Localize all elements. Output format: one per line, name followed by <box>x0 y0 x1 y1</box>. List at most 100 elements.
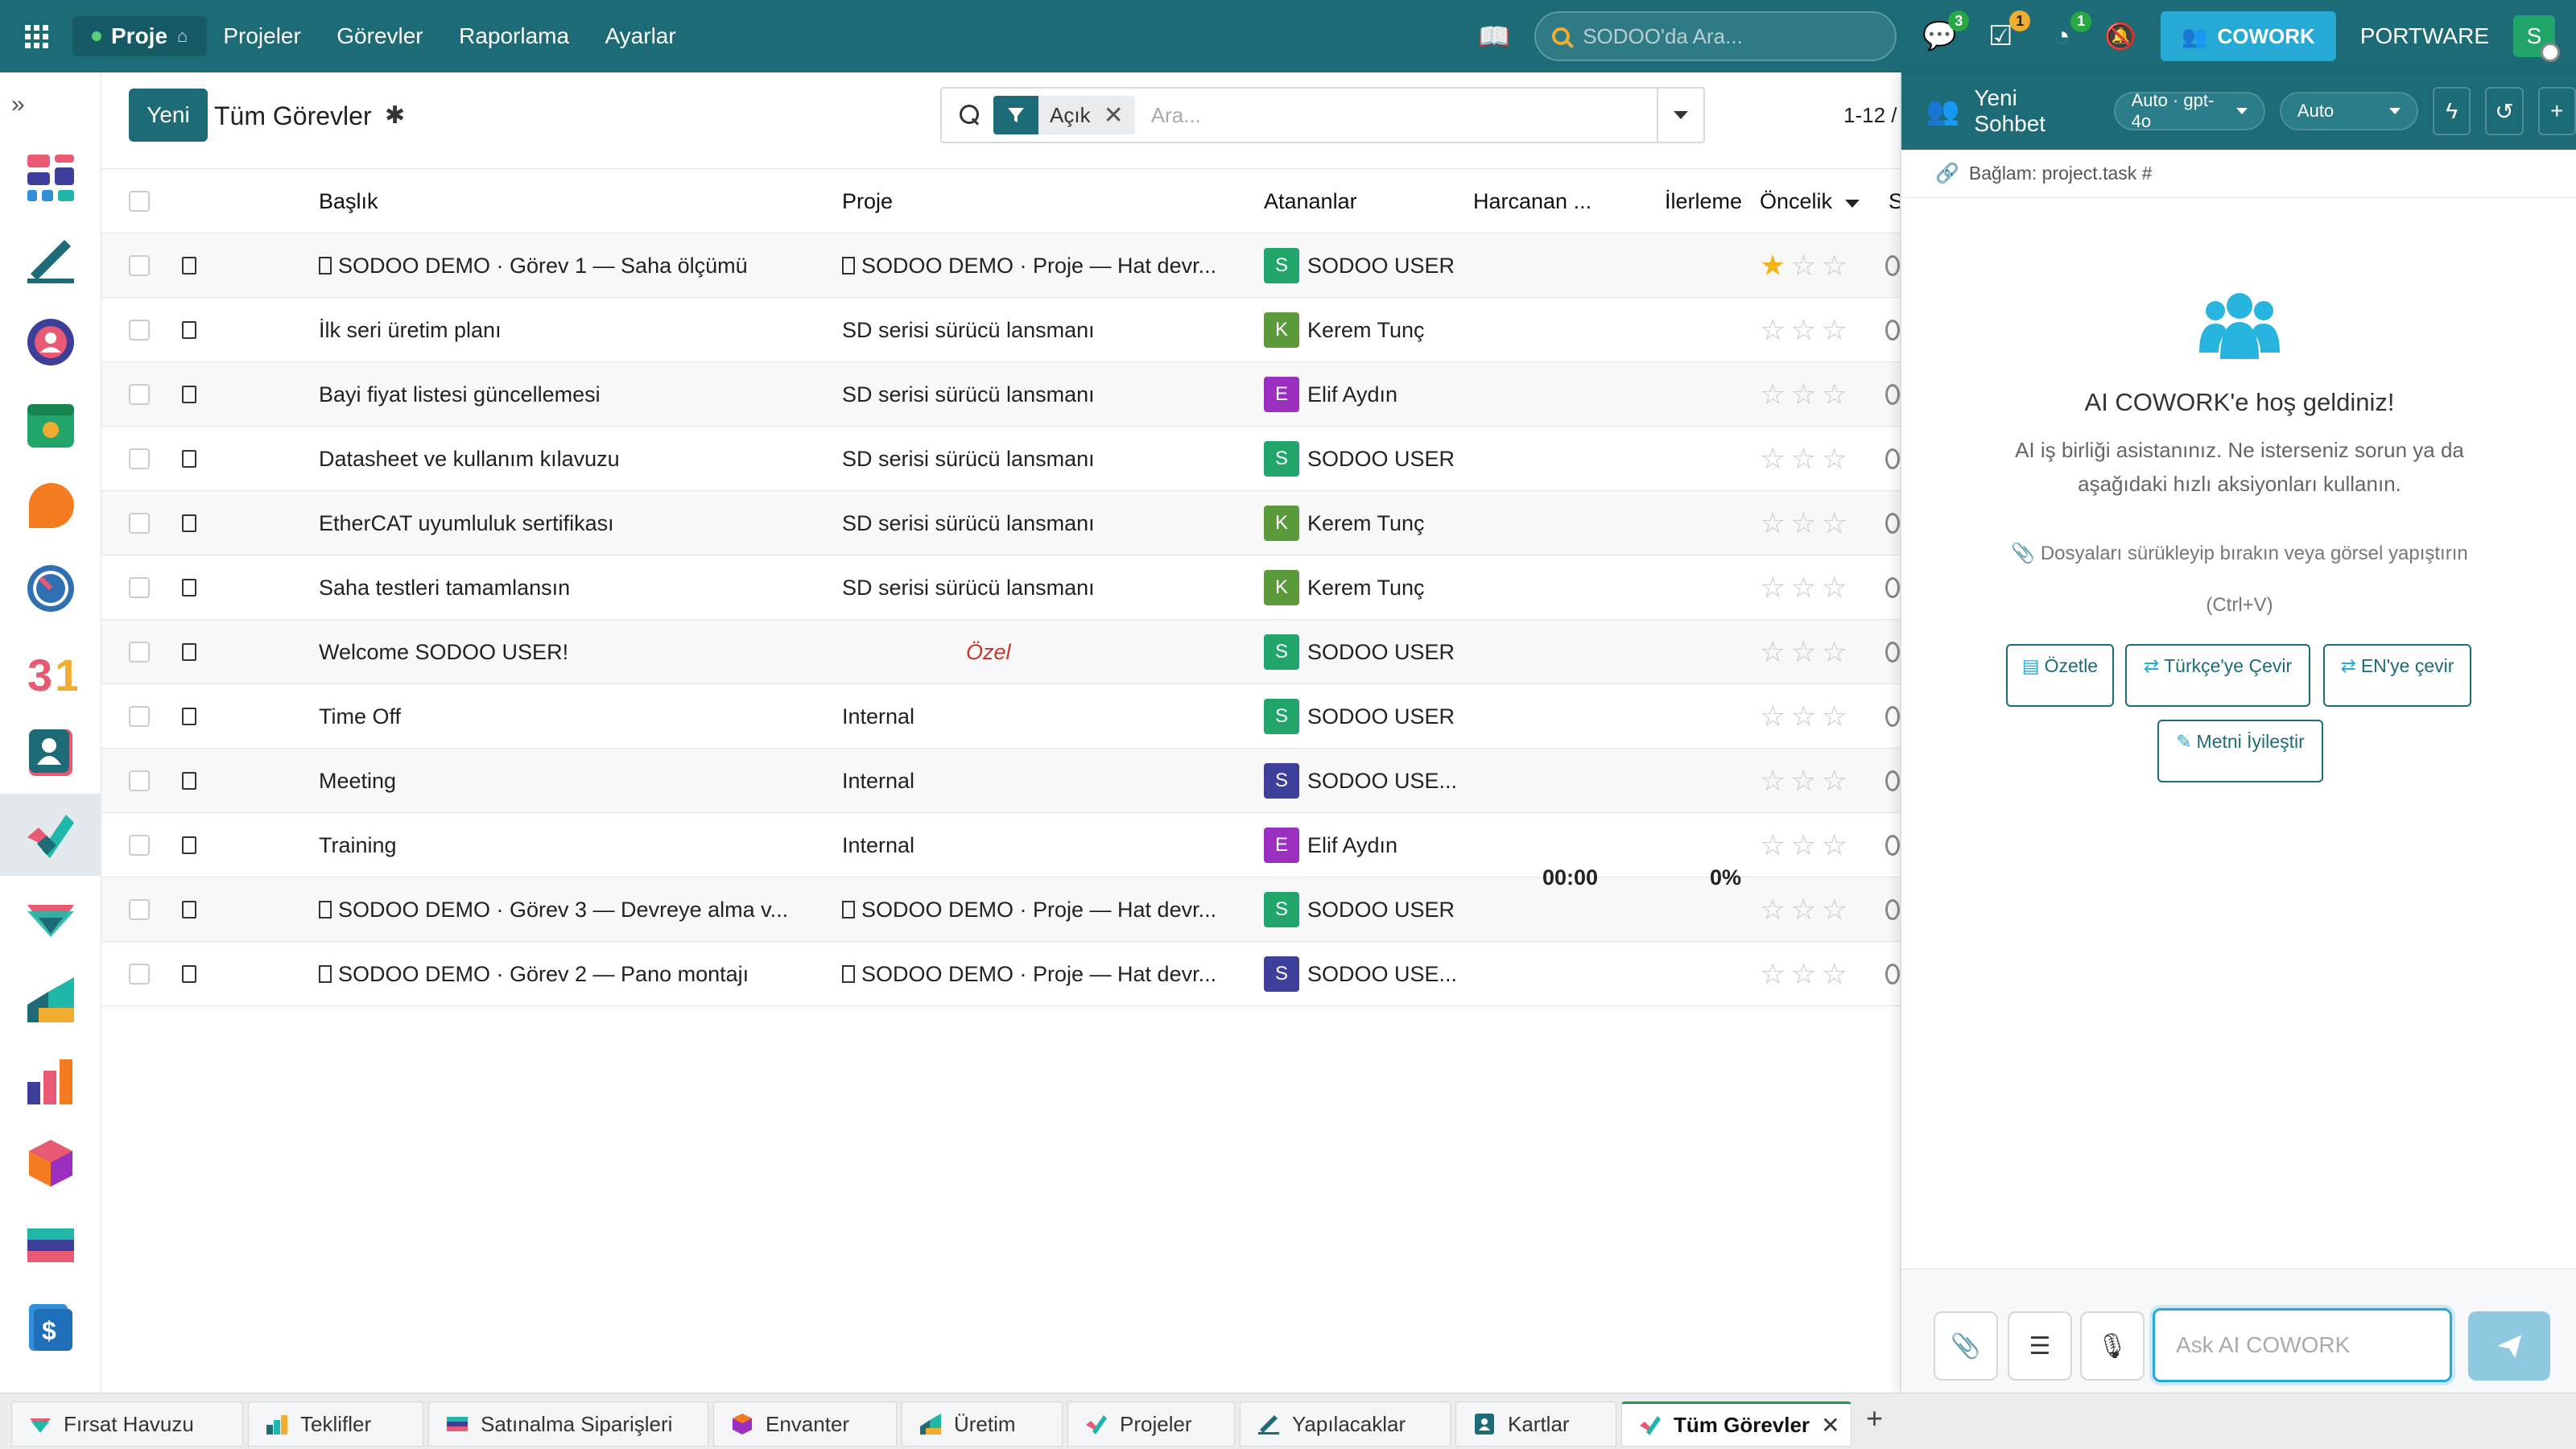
task-project-cell[interactable]: SD serisi sürücü lansmanı <box>842 298 1245 362</box>
table-row[interactable]: İlk seri üretim planı SD serisi sürücü la… <box>101 298 1900 362</box>
task-title-cell[interactable]: Meeting <box>319 749 818 813</box>
table-row[interactable]: Welcome SODOO USER! Özel S SODOO USER ☆ ☆ ☆ <box>101 620 1900 684</box>
task-title-cell[interactable]: SODOO DEMO · Görev 1 — Saha ölçümü <box>319 233 818 298</box>
task-title-cell[interactable]: Datasheet ve kullanım kılavuzu <box>319 427 818 491</box>
task-assignee-cell[interactable]: K Kerem Tunç <box>1264 298 1465 362</box>
priority-star-icon[interactable]: ☆ <box>1822 831 1847 860</box>
task-title-cell[interactable]: İlk seri üretim planı <box>319 298 818 362</box>
book-icon[interactable]: 📖 <box>1478 21 1510 52</box>
pager[interactable]: 1-12 / <box>1843 103 1897 128</box>
drag-handle-icon[interactable] <box>182 836 196 854</box>
task-assignee-cell[interactable]: S SODOO USER <box>1264 427 1465 491</box>
row-checkbox[interactable] <box>129 320 150 341</box>
task-project-cell[interactable]: SD serisi sürücü lansmanı <box>842 555 1245 620</box>
row-checkbox[interactable] <box>129 706 150 727</box>
task-title-cell[interactable]: SODOO DEMO · Görev 2 — Pano montajı <box>319 942 818 1006</box>
model-select[interactable]: Auto · gpt-4o <box>2113 90 2265 131</box>
search-icon[interactable] <box>958 103 982 127</box>
drag-handle-icon[interactable] <box>182 450 196 468</box>
select-all-checkbox[interactable] <box>129 191 150 212</box>
contacts-app-icon[interactable] <box>0 712 101 794</box>
priority-star-icon[interactable]: ☆ <box>1822 702 1847 731</box>
activities-icon[interactable]: ☑ 1 <box>1982 10 2031 52</box>
task-title-cell[interactable]: SODOO DEMO · Görev 3 — Devreye alma v... <box>319 877 818 942</box>
menu-tasks[interactable]: Görevler <box>336 23 423 48</box>
stage-icon[interactable] <box>1882 813 1900 877</box>
priority-star-icon[interactable]: ☆ <box>1790 573 1816 602</box>
drag-handle-icon[interactable] <box>182 643 196 661</box>
table-row[interactable]: SODOO DEMO · Görev 3 — Devreye alma v...… <box>101 877 1900 942</box>
task-title-cell[interactable]: Welcome SODOO USER! <box>319 620 818 684</box>
project-app-icon[interactable] <box>0 794 101 876</box>
sales-app-icon[interactable] <box>0 876 101 958</box>
app-grid-icon[interactable] <box>0 0 72 72</box>
stage-icon[interactable] <box>1882 942 1900 1006</box>
priority-star-icon[interactable]: ☆ <box>1790 766 1816 795</box>
task-title-cell[interactable]: EtherCAT uyumluluk sertifikası <box>319 491 818 555</box>
task-assignee-cell[interactable]: K Kerem Tunç <box>1264 491 1465 555</box>
stage-icon[interactable] <box>1882 362 1900 427</box>
priority-star-icon[interactable]: ☆ <box>1760 573 1785 602</box>
menu-settings[interactable]: Ayarlar <box>605 23 676 48</box>
inventory-app-icon[interactable] <box>0 958 101 1040</box>
task-project-cell[interactable]: Internal <box>842 813 1245 877</box>
priority-star-icon[interactable]: ☆ <box>1790 960 1816 989</box>
search-options-toggle[interactable] <box>1657 89 1703 142</box>
priority-star-icon[interactable]: ☆ <box>1760 444 1785 473</box>
lightning-icon[interactable]: ϟ <box>2433 87 2471 135</box>
priority-star-icon[interactable]: ☆ <box>1760 638 1785 667</box>
priority-star-icon[interactable]: ☆ <box>1760 895 1785 924</box>
priority-star-icon[interactable]: ☆ <box>1760 380 1785 409</box>
table-row[interactable]: SODOO DEMO · Görev 2 — Pano montajı SODOO… <box>101 942 1900 1006</box>
priority-star-icon[interactable]: ☆ <box>1790 702 1816 731</box>
drag-handle-icon[interactable] <box>182 514 196 532</box>
table-row[interactable]: Bayi fiyat listesi güncellemesi SD serisi… <box>101 362 1900 427</box>
notes-app-icon[interactable] <box>0 219 101 301</box>
priority-star-icon[interactable]: ☆ <box>1760 509 1785 538</box>
task-assignee-cell[interactable]: S SODOO USER <box>1264 620 1465 684</box>
tab-quotations[interactable]: Teklifler <box>248 1402 423 1447</box>
priority-star-icon[interactable]: ☆ <box>1822 573 1847 602</box>
close-icon[interactable]: ✕ <box>1821 1412 1839 1439</box>
tab-cards[interactable]: Kartlar <box>1455 1402 1616 1447</box>
column-spent[interactable]: Harcanan ... <box>1473 169 1618 233</box>
column-progress[interactable]: İlerleme <box>1665 169 1742 233</box>
microphone-icon[interactable]: 🎙 <box>2080 1311 2145 1381</box>
messages-icon[interactable]: 💬 3 <box>1921 10 1970 52</box>
plus-icon[interactable]: + <box>2537 87 2576 135</box>
table-row[interactable]: Saha testleri tamamlansın SD serisi sürüc… <box>101 555 1900 620</box>
search-input[interactable] <box>1149 101 1616 129</box>
tab-manufacturing[interactable]: Üretim <box>902 1402 1063 1447</box>
stage-icon[interactable] <box>1882 427 1900 491</box>
crm-app-icon[interactable] <box>0 465 101 547</box>
stage-icon[interactable] <box>1882 749 1900 813</box>
attach-icon[interactable]: 📎 <box>1934 1311 1998 1381</box>
row-checkbox[interactable] <box>129 835 150 856</box>
priority-star-icon[interactable]: ☆ <box>1822 444 1847 473</box>
history-icon[interactable]: ↺ <box>2485 87 2524 135</box>
timer-icon[interactable]: ◔ 1 <box>2043 10 2092 52</box>
invoicing-app-icon[interactable]: $ <box>0 1286 101 1368</box>
stage-icon[interactable] <box>1882 298 1900 362</box>
priority-star-icon[interactable]: ☆ <box>1760 831 1785 860</box>
drag-handle-icon[interactable] <box>182 965 196 983</box>
menu-projects[interactable]: Projeler <box>223 23 300 48</box>
stage-icon[interactable] <box>1882 555 1900 620</box>
stage-icon[interactable] <box>1882 877 1900 942</box>
task-assignee-cell[interactable]: E Elif Aydın <box>1264 813 1465 877</box>
calendar-app-icon[interactable] <box>0 383 101 465</box>
global-search-input[interactable] <box>1581 23 1872 50</box>
task-title-cell[interactable]: Time Off <box>319 684 818 749</box>
task-assignee-cell[interactable]: S SODOO USER <box>1264 684 1465 749</box>
table-row[interactable]: Meeting Internal S SODOO USE... ☆ ☆ ☆ <box>101 749 1900 813</box>
row-checkbox[interactable] <box>129 384 150 405</box>
tab-projects[interactable]: Projeler <box>1067 1402 1235 1447</box>
global-search[interactable] <box>1534 11 1897 61</box>
priority-star-icon[interactable]: ☆ <box>1822 316 1847 345</box>
column-stage[interactable]: S <box>1889 169 1900 233</box>
list-icon[interactable]: ☰ <box>2008 1311 2072 1381</box>
task-project-cell[interactable]: SD serisi sürücü lansmanı <box>842 427 1245 491</box>
gear-icon[interactable]: ✱ <box>385 101 405 130</box>
table-row[interactable]: Training Internal E Elif Aydın ☆ ☆ ☆ <box>101 813 1900 877</box>
priority-star-icon[interactable]: ☆ <box>1822 766 1847 795</box>
